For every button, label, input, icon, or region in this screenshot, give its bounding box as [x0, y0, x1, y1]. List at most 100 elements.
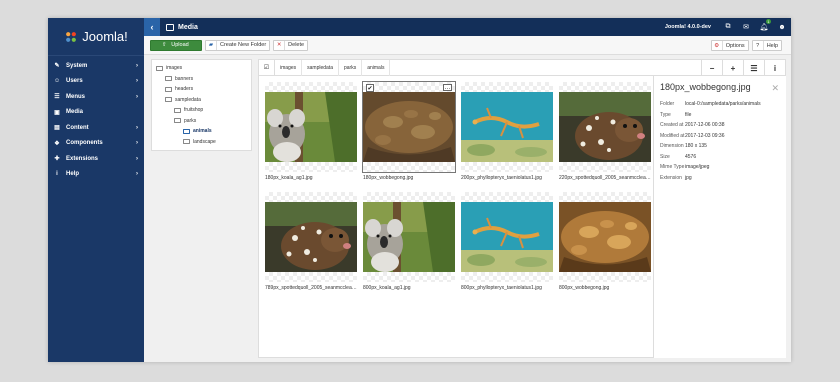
file-tile[interactable]: 800px_wobbegong.jpg — [559, 192, 651, 291]
info-value: local-0:/sampledata/parks/animals — [685, 101, 761, 107]
thumbnail[interactable] — [363, 192, 455, 282]
tree-item-sampledata[interactable]: sampledata — [156, 95, 247, 106]
close-icon[interactable]: ✕ — [771, 83, 779, 94]
tree-item-parks[interactable]: parks — [156, 116, 247, 127]
sidebar-menu: ✎ System › ☺ Users › ☰ Menus › ▣ Media ▤ Content › ❖ Co… — [48, 58, 144, 182]
question-icon: ? — [753, 41, 764, 50]
thumbnail[interactable] — [265, 82, 357, 172]
sidebar-item-users[interactable]: ☺ Users › — [48, 74, 144, 90]
browser-header: ☑ images sampledata parks animals − + ☰ i — [259, 59, 785, 76]
breadcrumb-item-images[interactable]: images — [275, 59, 303, 76]
info-value: image/jpeg — [685, 164, 710, 170]
upload-label: Upload — [171, 42, 189, 48]
file-tile[interactable]: 200px_phyllopteryx_taeniolatus1.jpg — [461, 82, 553, 181]
sidebar-item-content[interactable]: ▤ Content › — [48, 120, 144, 136]
thumbnail-image — [363, 92, 455, 162]
sidebar-item-media[interactable]: ▣ Media — [48, 105, 144, 121]
help-label: Help — [766, 42, 778, 49]
sidebar-item-menus[interactable]: ☰ Menus › — [48, 89, 144, 105]
gear-icon: ⚙ — [712, 41, 723, 50]
zoom-out-button[interactable]: − — [701, 60, 722, 76]
info-row: Type file — [660, 112, 780, 119]
sidebar-item-components[interactable]: ❖ Components › — [48, 136, 144, 152]
breadcrumb-item-sampledata[interactable]: sampledata — [302, 59, 339, 76]
thumbnail-image — [461, 202, 553, 272]
sidebar-item-extensions[interactable]: ✚ Extensions › — [48, 151, 144, 167]
delete-button[interactable]: ✕ Delete — [273, 39, 309, 51]
breadcrumb: images sampledata parks animals — [275, 59, 391, 76]
thumbnail-image — [265, 202, 357, 272]
thumbnail[interactable] — [559, 192, 651, 282]
file-name: 220px_spottedquoll_2005_seanmcclean.jpg — [559, 175, 651, 181]
user-icon[interactable]: ☻ — [773, 18, 791, 36]
info-key: Type — [660, 111, 671, 118]
users-icon: ☺ — [53, 78, 61, 85]
sidebar-item-help[interactable]: i Help › — [48, 167, 144, 183]
bell-icon[interactable]: 🔔︎ 1 — [755, 18, 773, 36]
create-folder-button[interactable]: ▰ Create New Folder — [205, 39, 271, 51]
breadcrumb-item-animals[interactable]: animals — [362, 59, 391, 76]
tree-item-label: headers — [175, 86, 194, 93]
tree-item-label: images — [166, 65, 183, 72]
app-window: Joomla! ✎ System › ☺ Users › ☰ Menus › ▣ Media ▤ Con… — [48, 18, 791, 362]
file-name: 200px_phyllopteryx_taeniolatus1.jpg — [461, 175, 542, 181]
version-label[interactable]: Joomla! 4.0.0-dev — [665, 24, 711, 30]
folder-icon — [165, 76, 172, 82]
sidebar-item-label: Media — [66, 109, 84, 116]
thumbnail[interactable] — [265, 192, 357, 282]
sidebar-item-label: Users — [66, 78, 83, 85]
folder-icon — [165, 86, 172, 92]
sidebar-item-label: Extensions — [66, 155, 99, 162]
tree-item-label: fruitshop — [184, 107, 204, 114]
thumbnail[interactable]: ✔… — [362, 81, 456, 173]
info-key: Modified at — [660, 132, 685, 139]
extensions-icon: ✚ — [54, 156, 60, 163]
file-tile[interactable]: ✔… 180px_wobbegong.jpg — [362, 81, 456, 181]
info-toggle-button[interactable]: i — [764, 60, 785, 76]
info-row: Size 4576 — [660, 154, 780, 161]
info-row: Extension jpg — [660, 175, 780, 182]
tree-item-fruitshop[interactable]: fruitshop — [156, 105, 247, 116]
file-tile[interactable]: 800px_phyllopteryx_taeniolatus1.jpg — [461, 192, 553, 291]
select-all-checkbox[interactable]: ☑ — [259, 59, 275, 76]
help-icon: i — [56, 171, 58, 178]
tree-item-images[interactable]: images — [156, 63, 247, 74]
tree-item-landscape[interactable]: landscape — [156, 137, 247, 148]
folder-icon: ▰ — [206, 40, 217, 50]
check-icon[interactable]: ✔ — [366, 84, 374, 92]
info-row: Created at 2017-12-06 00:38 — [660, 122, 780, 129]
file-tile[interactable]: 220px_spottedquoll_2005_seanmcclean.jpg — [559, 82, 651, 181]
zoom-in-button[interactable]: + — [722, 60, 743, 76]
tree-item-banners[interactable]: banners — [156, 74, 247, 85]
info-row: Folder local-0:/sampledata/parks/animals — [660, 101, 780, 108]
breadcrumb-item-parks[interactable]: parks — [339, 59, 363, 76]
file-tile[interactable]: 789px_spottedquoll_2005_seanmcclean.jpg — [265, 192, 357, 291]
mail-icon[interactable]: ✉ — [737, 18, 755, 36]
info-row: Mime Type image/jpeg — [660, 164, 780, 171]
upload-button[interactable]: ⇧ Upload — [150, 39, 202, 51]
thumbnail[interactable] — [559, 82, 651, 172]
tree-item-headers[interactable]: headers — [156, 84, 247, 95]
file-tile[interactable]: 800px_koala_ag1.jpg — [363, 192, 455, 291]
help-button[interactable]: ? Help — [751, 40, 782, 51]
info-value: jpg — [685, 174, 692, 181]
brand[interactable]: Joomla! — [48, 18, 144, 56]
toggle-menu-button[interactable]: ‹ — [144, 18, 160, 36]
thumbnail[interactable] — [461, 192, 553, 282]
external-link-icon[interactable]: ⧉ — [719, 18, 737, 36]
info-key: Created at — [660, 122, 684, 128]
sidebar-item-system[interactable]: ✎ System › — [48, 58, 144, 74]
more-actions-icon[interactable]: … — [443, 84, 452, 91]
folder-icon — [183, 139, 190, 145]
list-view-button[interactable]: ☰ — [743, 60, 764, 76]
info-value: 4576 — [685, 153, 697, 160]
chevron-right-icon: › — [136, 62, 138, 69]
info-title: 180px_wobbegong.jpg — [660, 82, 751, 92]
image-icon — [166, 23, 174, 31]
components-icon: ❖ — [54, 140, 60, 147]
options-button[interactable]: ⚙ Options — [710, 40, 749, 51]
notification-badge: 1 — [765, 19, 771, 24]
file-tile[interactable]: 180px_koala_ag1.jpg — [265, 82, 357, 181]
tree-item-animals[interactable]: animals — [156, 126, 247, 137]
thumbnail[interactable] — [461, 82, 553, 172]
